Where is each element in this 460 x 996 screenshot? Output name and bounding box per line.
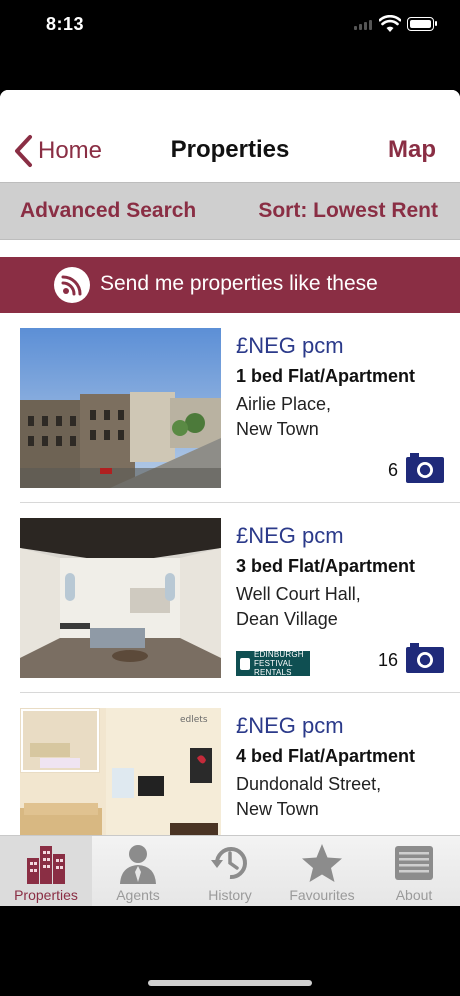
- agent-logo-line2: FESTIVAL RENTALS: [253, 659, 293, 677]
- filter-bar: Advanced Search Sort: Lowest Rent: [0, 182, 460, 240]
- advanced-search-button[interactable]: Advanced Search: [20, 199, 196, 223]
- listing-type: 3 bed Flat/Apartment: [236, 556, 416, 576]
- camera-icon: [406, 453, 444, 483]
- property-photo: [20, 328, 221, 488]
- property-row[interactable]: £NEG pcm 1 bed Flat/Apartment Airlie Pla…: [0, 313, 460, 503]
- photo-watermark: edlets: [180, 715, 208, 725]
- listing-price: £NEG pcm: [236, 713, 344, 738]
- star-icon: [302, 844, 342, 882]
- listing-price: £NEG pcm: [236, 523, 344, 548]
- status-time: 8:13: [46, 14, 85, 34]
- property-photo: [20, 518, 221, 678]
- navigation-bar: Home Properties Map: [0, 90, 460, 182]
- tab-label: Favourites: [289, 887, 355, 903]
- map-button[interactable]: Map: [388, 136, 436, 164]
- alert-label: Send me properties like these: [100, 272, 378, 295]
- listing-address-line2: New Town: [236, 419, 319, 439]
- tab-label: Agents: [116, 887, 160, 903]
- app-window: Home Properties Map Advanced Search Sort…: [0, 90, 460, 906]
- listing-address-line1: Dundonald Street,: [236, 774, 382, 794]
- tab-favourites[interactable]: Favourites: [276, 836, 368, 906]
- tab-properties[interactable]: Properties: [0, 836, 92, 906]
- photo-count: 16: [377, 650, 398, 670]
- document-icon: [395, 846, 433, 880]
- tab-label: Properties: [14, 887, 78, 903]
- camera-icon: [406, 643, 444, 673]
- tab-label: About: [395, 887, 433, 903]
- wifi-icon: [379, 15, 401, 32]
- home-indicator[interactable]: [148, 980, 312, 986]
- person-icon: [120, 845, 156, 884]
- status-bar: 8:13: [0, 0, 460, 52]
- agent-logo[interactable]: EDINBURGH FESTIVAL RENTALS: [236, 650, 310, 677]
- property-alert-button[interactable]: Send me properties like these: [0, 257, 460, 313]
- tab-label: History: [208, 887, 252, 903]
- buildings-icon: [27, 846, 65, 884]
- sort-button[interactable]: Sort: Lowest Rent: [258, 199, 438, 223]
- property-row[interactable]: £NEG pcm 3 bed Flat/Apartment Well Court…: [0, 503, 460, 693]
- ticket-icon: [240, 657, 250, 670]
- tab-agents[interactable]: Agents: [92, 836, 184, 906]
- photo-count: 6: [387, 460, 398, 480]
- listing-type: 4 bed Flat/Apartment: [236, 746, 416, 766]
- battery-icon: [407, 17, 437, 31]
- signal-icon: [354, 20, 372, 30]
- listing-address-line2: New Town: [236, 799, 319, 819]
- listing-address-line2: Dean Village: [236, 609, 338, 629]
- listing-price: £NEG pcm: [236, 333, 344, 358]
- tab-about[interactable]: About: [368, 836, 460, 906]
- listing-address-line1: Well Court Hall,: [236, 584, 361, 604]
- listing-type: 1 bed Flat/Apartment: [236, 366, 416, 386]
- tab-bar: Properties Agents History Favourites Abo…: [0, 835, 460, 906]
- listing-address-line1: Airlie Place,: [236, 394, 332, 414]
- clock-history-icon: [211, 847, 247, 880]
- rss-icon: [54, 267, 90, 303]
- tab-history[interactable]: History: [184, 836, 276, 906]
- agent-logo-line1: EDINBURGH: [253, 650, 304, 659]
